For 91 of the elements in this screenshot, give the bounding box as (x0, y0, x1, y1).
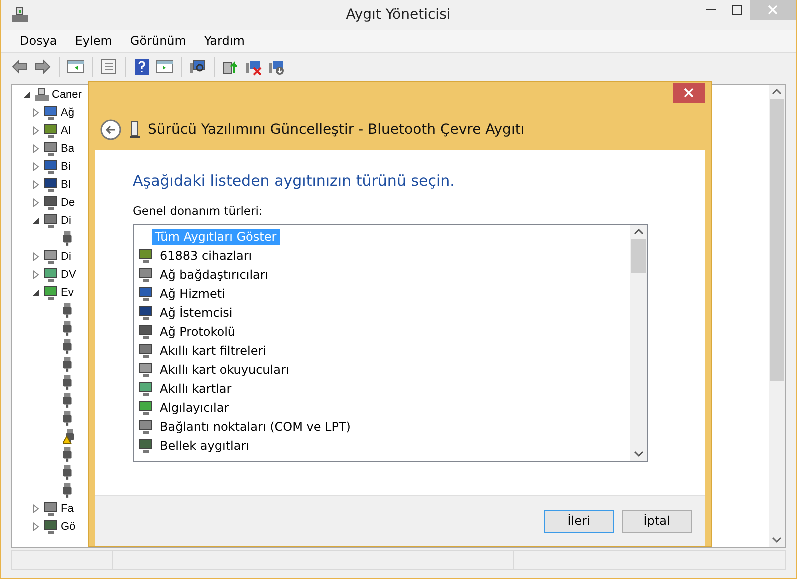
tree-item[interactable]: Al (61, 125, 71, 137)
device-icon (43, 177, 59, 193)
list-item[interactable]: Bağlantı noktaları (COM ve LPT) (157, 418, 354, 434)
expand-arrow-icon[interactable] (31, 180, 41, 190)
panel-icon[interactable] (156, 58, 174, 76)
device-icon (43, 285, 59, 301)
list-item[interactable]: Akıllı kart okuyucuları (157, 362, 292, 378)
instruction-heading: Aşağıdaki listeden aygıtınızın türünü seçin. (133, 172, 456, 190)
collapse-arrow-icon[interactable] (31, 288, 41, 298)
device-icon (43, 267, 59, 283)
device-icon (43, 213, 59, 229)
expand-arrow-icon[interactable] (31, 252, 41, 262)
tree-item[interactable]: Di (61, 215, 72, 227)
tree-item[interactable]: Ev (61, 287, 74, 299)
scan-icon[interactable] (189, 58, 207, 76)
device-icon (138, 248, 154, 264)
scroll-thumb[interactable] (631, 239, 646, 273)
device-icon (138, 342, 154, 358)
device-icon (138, 324, 154, 340)
expand-arrow-icon[interactable] (31, 198, 41, 208)
expand-arrow-icon[interactable] (31, 270, 41, 280)
menu-item[interactable]: Eylem (66, 32, 122, 50)
list-item[interactable]: Ağ İstemcisi (157, 304, 236, 320)
expand-arrow-icon[interactable] (31, 522, 41, 532)
list-item[interactable]: Bellek aygıtları (157, 438, 252, 454)
back-arrow-icon[interactable] (11, 58, 29, 76)
device-icon (138, 380, 154, 396)
device-icon (138, 362, 154, 378)
device-icon (43, 249, 59, 265)
next-button[interactable]: İleri (544, 510, 614, 532)
expand-arrow-icon[interactable] (31, 108, 41, 118)
properties-icon[interactable] (100, 58, 118, 76)
device-icon (43, 519, 59, 535)
uninstall-icon[interactable] (245, 58, 263, 76)
device-icon (138, 418, 154, 434)
computer-icon (34, 87, 50, 103)
device-icon (43, 501, 59, 517)
help-icon[interactable] (133, 58, 151, 76)
maximize-icon (732, 5, 742, 15)
back-icon[interactable] (100, 119, 122, 141)
scroll-thumb[interactable] (770, 99, 784, 381)
list-item[interactable]: Ağ bağdaştırıcıları (157, 266, 272, 282)
tree-item[interactable]: Caner (52, 89, 82, 101)
dialog-title: Sürücü Yazılımını Güncelleştir - Bluetooth Çevre Aygıtı (148, 122, 525, 138)
tree-item[interactable]: De (61, 197, 76, 209)
tree-item[interactable]: DV (61, 269, 76, 281)
tree-item[interactable]: Di (61, 251, 72, 263)
list-item[interactable]: 61883 cihazları (157, 248, 256, 264)
app-icon (11, 6, 29, 24)
list-item[interactable]: Ağ Protokolü (157, 324, 239, 340)
menu-item[interactable]: Görünüm (121, 32, 196, 50)
window-title: Aygıt Yöneticisi (346, 7, 451, 23)
tree-item[interactable]: Bi (61, 161, 71, 173)
collapse-arrow-icon[interactable] (31, 216, 41, 226)
forward-arrow-icon[interactable] (34, 58, 52, 76)
minimize-icon (706, 9, 716, 11)
tree-item[interactable]: Ba (61, 143, 74, 155)
list-item[interactable]: Ağ Hizmeti (157, 286, 228, 302)
collapse-arrow-icon[interactable] (22, 90, 32, 100)
menu-item[interactable]: Dosya (11, 32, 66, 50)
device-icon (43, 105, 59, 121)
list-item[interactable]: Akıllı kartlar (157, 380, 235, 396)
tree-item[interactable]: Ağ (61, 107, 74, 119)
tree-item[interactable]: Fa (61, 503, 74, 515)
close-icon (768, 5, 778, 15)
scrollbar[interactable] (630, 225, 647, 461)
panel-icon[interactable] (67, 58, 85, 76)
list-label: Genel donanım türleri: (133, 204, 264, 218)
device-icon (138, 438, 154, 454)
close-icon (684, 88, 694, 98)
expand-arrow-icon[interactable] (31, 504, 41, 514)
device-icon (138, 286, 154, 302)
list-item[interactable]: Akıllı kart filtreleri (157, 342, 270, 358)
menu-item[interactable]: Yardım (195, 32, 254, 50)
expand-arrow-icon[interactable] (31, 162, 41, 172)
device-icon (43, 195, 59, 211)
scrollbar[interactable] (769, 85, 785, 547)
device-icon (138, 266, 154, 282)
expand-arrow-icon[interactable] (31, 144, 41, 154)
tree-item[interactable]: Bl (61, 179, 71, 191)
cancel-button[interactable]: İptal (622, 510, 692, 532)
device-icon (43, 141, 59, 157)
tree-item[interactable]: Gö (61, 521, 76, 533)
close-button[interactable] (673, 83, 705, 103)
device-icon (43, 159, 59, 175)
device-icon (138, 304, 154, 320)
device-icon (138, 400, 154, 416)
expand-arrow-icon[interactable] (31, 126, 41, 136)
list-item[interactable]: Algılayıcılar (157, 400, 232, 416)
device-icon (130, 121, 140, 139)
device-icon (43, 123, 59, 139)
